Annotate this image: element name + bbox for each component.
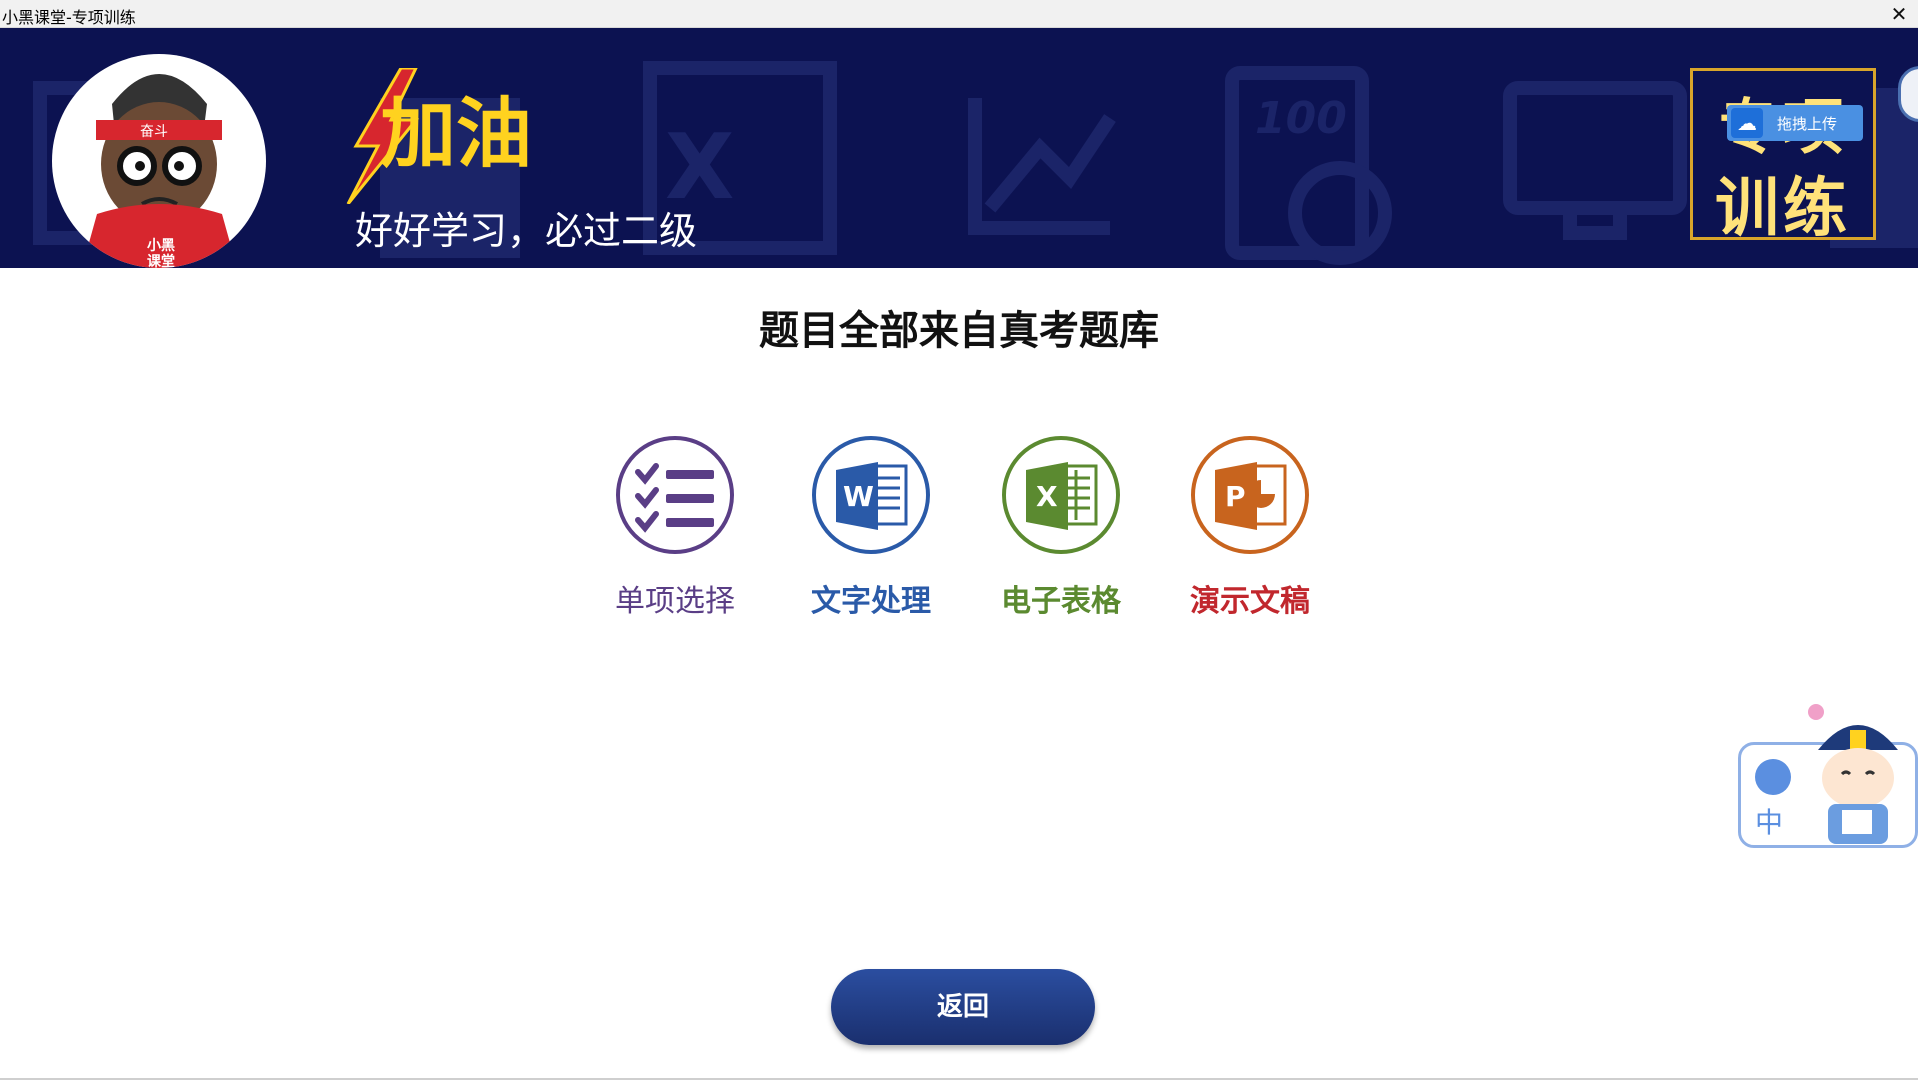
svg-text:小黑: 小黑 bbox=[147, 238, 175, 254]
category-word-processing[interactable]: W 文字处理 bbox=[801, 436, 941, 620]
cheer-logo: 加油 bbox=[346, 68, 532, 204]
category-single-choice[interactable]: 单项选择 bbox=[605, 436, 745, 620]
drag-upload-widget[interactable]: ☁ 拖拽上传 bbox=[1727, 105, 1863, 141]
headband-text: 奋斗 bbox=[140, 124, 168, 140]
word-icon: W bbox=[812, 436, 930, 554]
cloud-icon: ☁ bbox=[1731, 108, 1763, 138]
category-presentation[interactable]: P 演示文稿 bbox=[1180, 436, 1320, 620]
upload-label: 拖拽上传 bbox=[1777, 115, 1838, 133]
category-label: 演示文稿 bbox=[1190, 584, 1310, 619]
badge-line-2: 训练 bbox=[1715, 172, 1851, 246]
cheer-text: 加油 bbox=[380, 89, 532, 178]
svg-text:课堂: 课堂 bbox=[147, 253, 175, 268]
special-training-badge: 专项 训练 bbox=[1690, 68, 1876, 246]
banner-background-icons: X 100 bbox=[33, 61, 1918, 265]
excel-icon: X bbox=[1002, 436, 1120, 554]
svg-text:W: W bbox=[843, 480, 874, 513]
window-title: 小黑课堂-专项训练 bbox=[2, 8, 136, 27]
category-label: 电子表格 bbox=[1001, 584, 1121, 619]
header-banner: X 100 奋斗 小黑 课堂 加油 好好学习，必过二级 专项 训练 bbox=[0, 28, 1918, 268]
checklist-icon bbox=[616, 436, 734, 554]
powerpoint-icon: P bbox=[1191, 436, 1309, 554]
svg-text:100: 100 bbox=[1255, 93, 1347, 144]
banner-slogan: 好好学习，必过二级 bbox=[355, 209, 698, 253]
category-spreadsheet[interactable]: X 电子表格 bbox=[991, 436, 1131, 620]
svg-text:P: P bbox=[1225, 480, 1246, 513]
page-heading: 题目全部来自真考题库 bbox=[759, 308, 1159, 354]
return-button[interactable]: 返回 bbox=[831, 969, 1095, 1045]
window-titlebar: 小黑课堂-专项训练 ✕ bbox=[0, 0, 1918, 28]
ime-mascot bbox=[1808, 704, 1898, 844]
category-label: 文字处理 bbox=[811, 584, 931, 619]
tshirt-icon bbox=[1755, 759, 1791, 795]
mascot-avatar: 奋斗 小黑 课堂 bbox=[52, 54, 266, 268]
close-icon[interactable]: ✕ bbox=[1888, 0, 1910, 28]
svg-text:X: X bbox=[1036, 480, 1058, 513]
category-label: 单项选择 bbox=[615, 584, 735, 619]
ime-mode-label: 中 bbox=[1755, 806, 1784, 839]
